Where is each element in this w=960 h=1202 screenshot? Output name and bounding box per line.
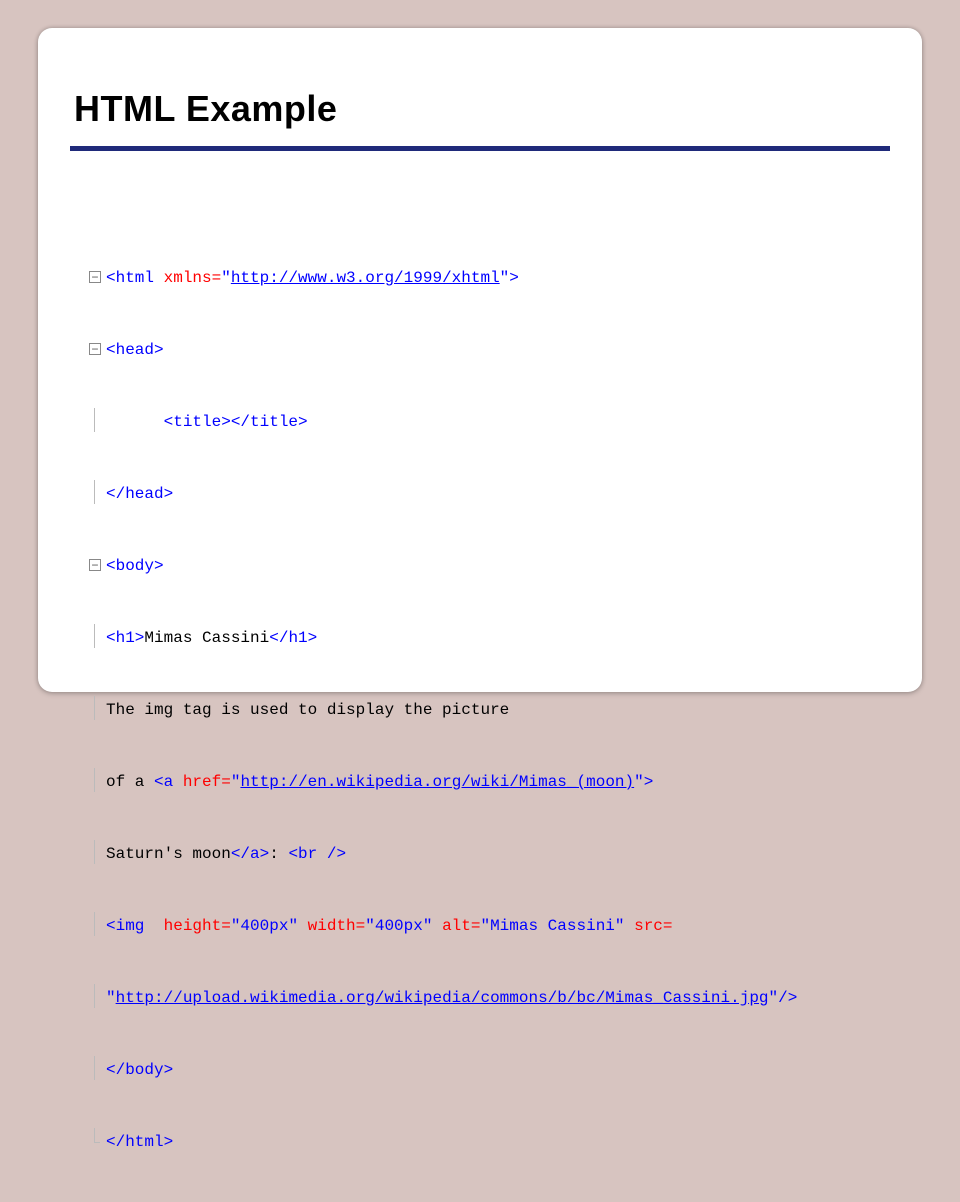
code-indent [106,413,164,431]
code-token: <head> [106,341,164,359]
fold-line-icon [88,702,104,716]
code-token: <br /> [288,845,346,863]
code-token: </body> [106,1061,173,1079]
code-token: "Mimas Cassini" [480,917,634,935]
code-line: <title></title> [88,410,872,434]
code-line: "http://upload.wikimedia.org/wikipedia/c… [88,986,872,1010]
code-link[interactable]: http://upload.wikimedia.org/wikipedia/co… [116,989,769,1007]
code-token: " [634,773,644,791]
code-token: " [769,989,779,1007]
fold-box-icon[interactable] [88,270,104,284]
fold-box-icon[interactable] [88,342,104,356]
code-token: : [269,845,288,863]
fold-line-icon [88,486,104,500]
code-line: <head> [88,338,872,362]
code-token: href= [183,773,231,791]
fold-box-icon[interactable] [88,558,104,572]
code-line: Saturn's moon</a>: <br /> [88,842,872,866]
fold-line-icon [88,990,104,1004]
title-divider [70,146,890,151]
code-line: <h1>Mimas Cassini</h1> [88,626,872,650]
code-token: " [106,989,116,1007]
code-line: <img height="400px" width="400px" alt="M… [88,914,872,938]
code-token: "400px" [231,917,308,935]
code-token: > [644,773,654,791]
code-token: <a [154,773,183,791]
code-token: "400px" [365,917,442,935]
code-token: <body> [106,557,164,575]
code-token: </head> [106,485,173,503]
slide-title: HTML Example [74,88,337,130]
code-token: src= [634,917,672,935]
fold-line-icon [88,414,104,428]
fold-line-icon [88,846,104,860]
code-token: </h1> [269,629,317,647]
code-line: of a <a href="http://en.wikipedia.org/wi… [88,770,872,794]
fold-line-icon [88,1062,104,1076]
code-token: </html> [106,1133,173,1151]
code-token: " [221,269,231,287]
code-token: alt= [442,917,480,935]
code-token: /> [778,989,797,1007]
fold-line-icon [88,918,104,932]
code-line: </body> [88,1058,872,1082]
code-token: <html [106,269,164,287]
code-token: <title></title> [164,413,308,431]
code-line: </html> [88,1130,872,1154]
code-line: <html xmlns="http://www.w3.org/1999/xhtm… [88,266,872,290]
code-token: </a> [231,845,269,863]
code-token: > [509,269,519,287]
code-line: <body> [88,554,872,578]
code-token: of a [106,773,154,791]
code-link[interactable]: http://www.w3.org/1999/xhtml [231,269,500,287]
code-link[interactable]: http://en.wikipedia.org/wiki/Mimas_(moon… [240,773,634,791]
code-token: height= [164,917,231,935]
code-token: width= [308,917,366,935]
code-token: <h1> [106,629,144,647]
code-token: Saturn's moon [106,845,231,863]
fold-line-icon [88,630,104,644]
fold-end-icon [88,1134,104,1148]
code-token: xmlns= [164,269,222,287]
code-line: The img tag is used to display the pictu… [88,698,872,722]
slide-card: HTML Example <html xmlns="http://www.w3.… [38,28,922,692]
code-line: </head> [88,482,872,506]
code-token: Mimas Cassini [144,629,269,647]
code-token: " [500,269,510,287]
code-token: " [231,773,241,791]
code-token: The img tag is used to display the pictu… [106,701,509,719]
fold-line-icon [88,774,104,788]
code-token: <img [106,917,164,935]
code-sample: <html xmlns="http://www.w3.org/1999/xhtm… [88,218,872,1202]
